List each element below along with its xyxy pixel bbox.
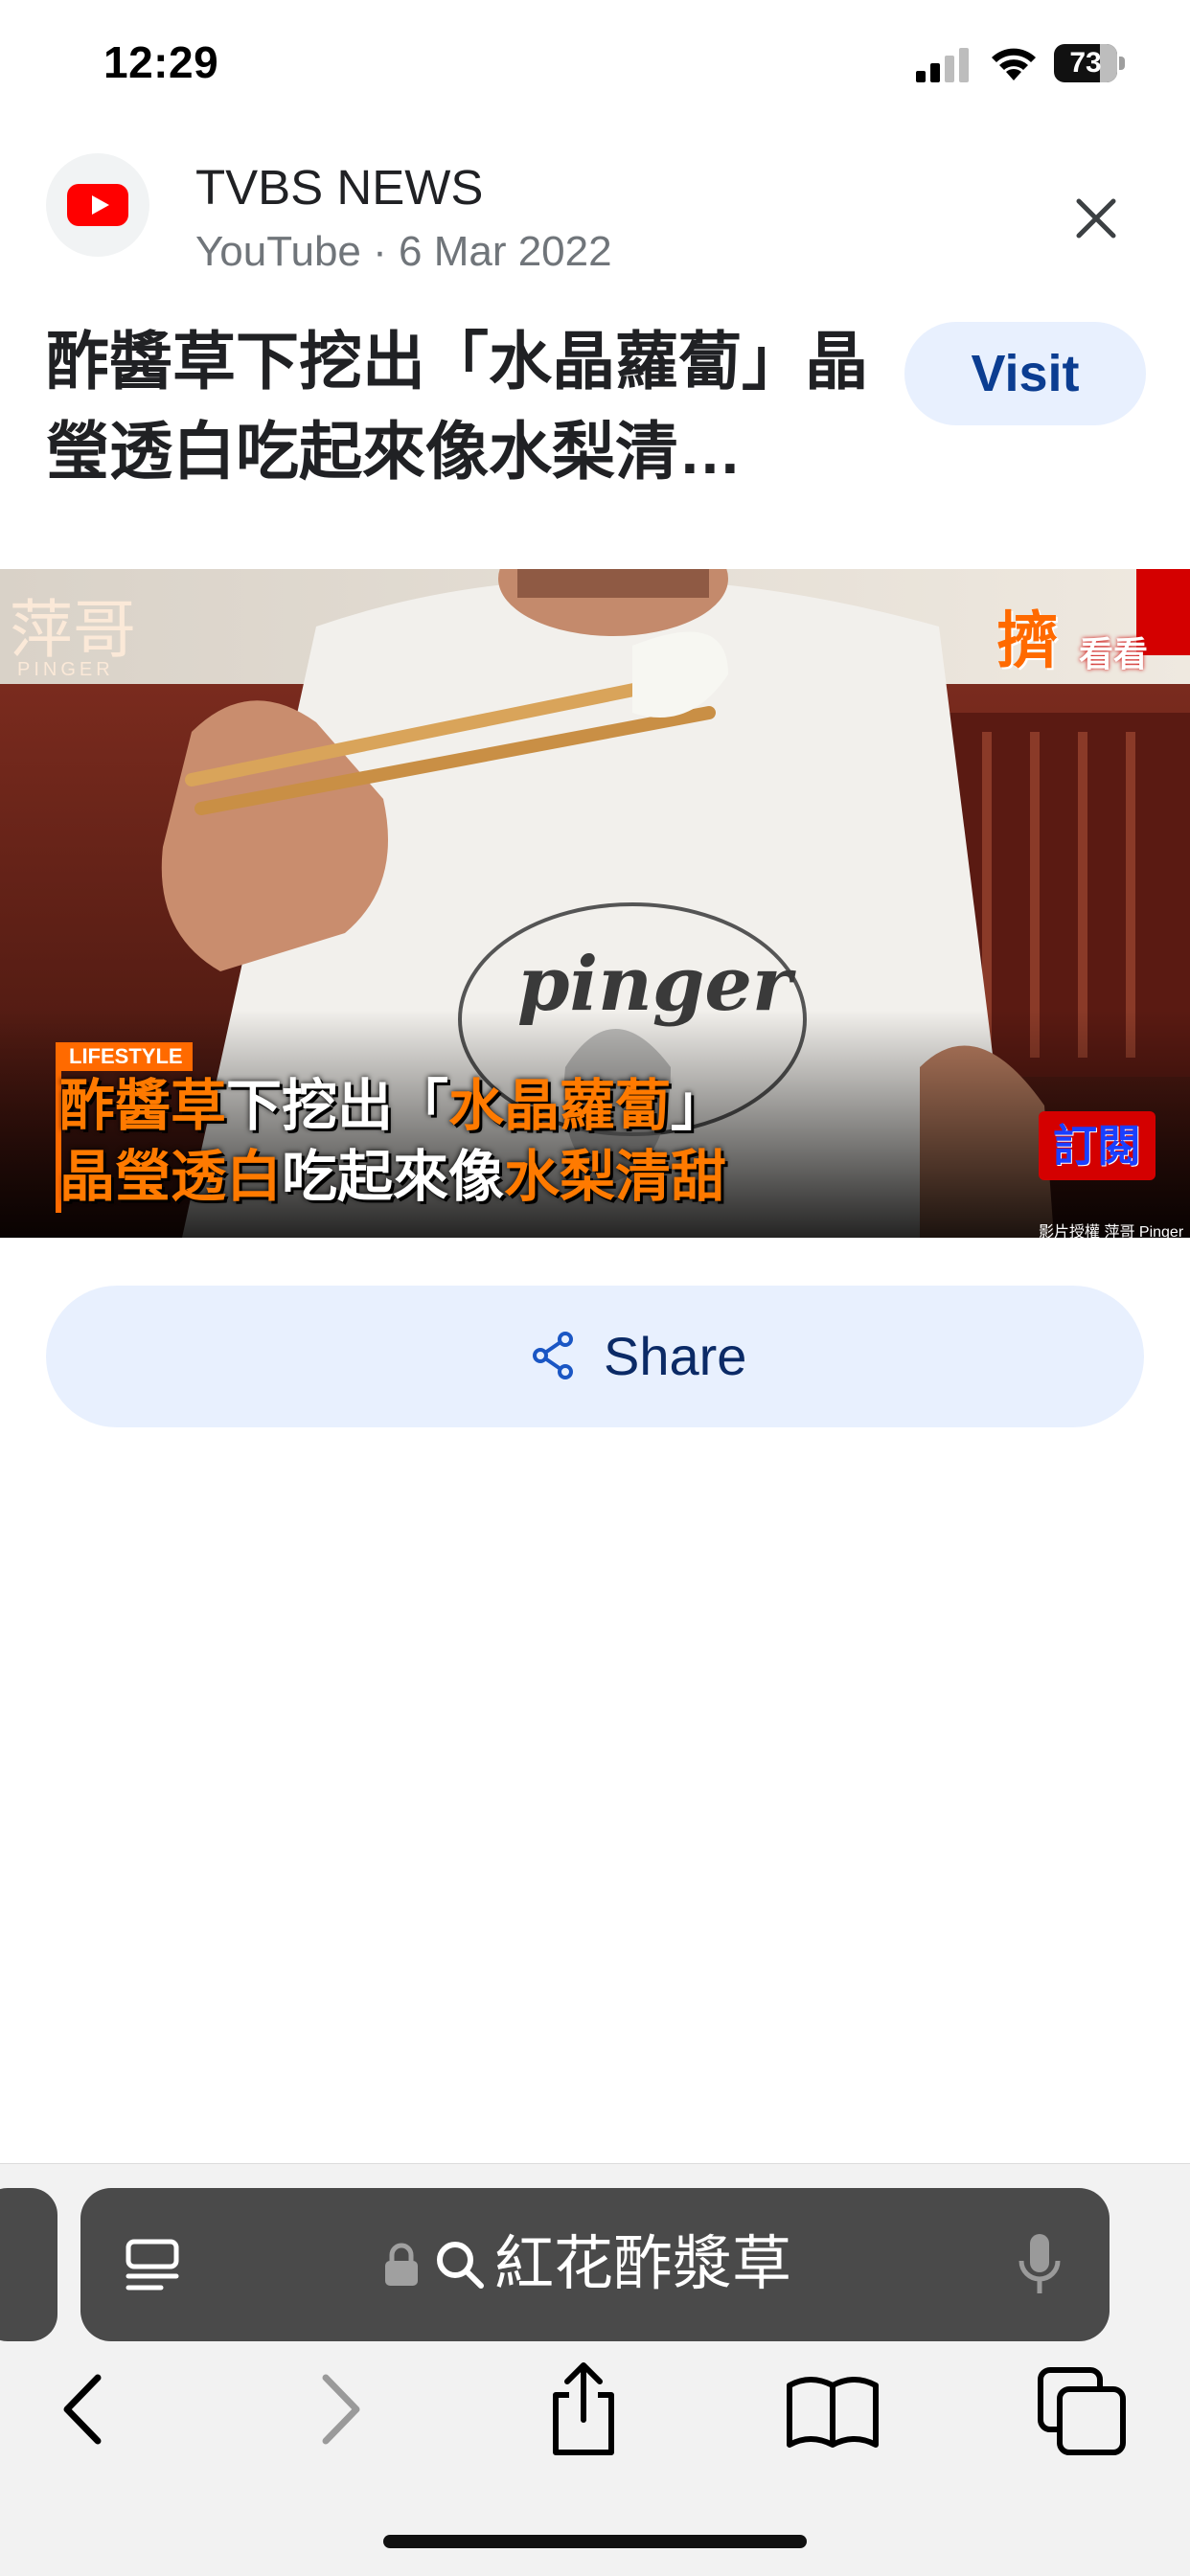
category-badge: LIFESTYLE — [59, 1042, 193, 1071]
caption-highlight: 水梨清甜 — [504, 1146, 727, 1208]
channel-name[interactable]: TVBS NEWS — [195, 159, 483, 216]
battery-percentage: 73 — [1069, 47, 1102, 79]
search-icon — [437, 2242, 484, 2289]
address-text[interactable]: 紅花酢漿草 — [494, 2188, 791, 2341]
watermark-logo: 萍哥 — [10, 593, 136, 667]
result-title[interactable]: 酢醬草下挖出「水晶蘿蔔」晶瑩透白吃起來像水梨清… — [46, 316, 870, 496]
status-bar: 12:29 73 — [0, 0, 1190, 134]
browser-toolbar — [0, 2357, 1190, 2462]
forward-icon[interactable] — [287, 2357, 393, 2462]
home-indicator — [383, 2535, 807, 2548]
previous-tab-preview[interactable] — [0, 2188, 57, 2341]
caption-text: 下挖出「 — [226, 1075, 449, 1137]
watermark-subtitle: PINGER — [17, 659, 114, 680]
source-meta: YouTube · 6 Mar 2022 — [195, 228, 612, 275]
battery-level: 73 — [1054, 44, 1117, 82]
wifi-icon — [992, 48, 1036, 80]
battery-cap — [1119, 57, 1125, 70]
corner-tag-subtitle: 看看 — [1079, 634, 1149, 673]
microphone-icon[interactable] — [1018, 2230, 1062, 2299]
lock-icon — [385, 2243, 418, 2286]
caption-highlight: 水晶蘿蔔 — [448, 1075, 672, 1137]
share-sheet-icon[interactable] — [531, 2357, 636, 2462]
back-icon[interactable] — [29, 2357, 134, 2462]
cellular-signal-icon — [916, 48, 969, 82]
corner-tag: 擠 — [996, 606, 1058, 675]
youtube-logo-icon — [67, 184, 128, 226]
address-bar[interactable]: 紅花酢漿草 — [80, 2188, 1110, 2341]
caption-line-1: 酢醬草下挖出「水晶蘿蔔」 — [59, 1071, 726, 1142]
tabs-icon[interactable] — [1029, 2357, 1134, 2462]
close-icon[interactable] — [1065, 188, 1127, 249]
caption-highlight: 晶瑩透白 — [59, 1146, 283, 1208]
caption-line-2: 晶瑩透白吃起來像水梨清甜 — [59, 1142, 726, 1213]
reader-mode-icon[interactable] — [123, 2236, 182, 2295]
share-button[interactable]: Share — [46, 1286, 1144, 1427]
share-icon — [533, 1332, 573, 1379]
caption-text: 吃起來像 — [282, 1146, 505, 1208]
caption-text: 」 — [671, 1075, 727, 1137]
subscribe-tag: 訂閱 — [1039, 1111, 1156, 1180]
share-label: Share — [604, 1326, 747, 1386]
visit-button[interactable]: Visit — [904, 322, 1146, 425]
status-time: 12:29 — [103, 37, 219, 87]
channel-avatar[interactable] — [46, 153, 149, 257]
battery-icon: 73 — [1054, 44, 1127, 82]
video-credit: 影片授權 萍哥 Pinger — [1039, 1224, 1184, 1241]
caption-highlight: 酢醬草 — [59, 1075, 227, 1137]
bookmarks-icon[interactable] — [780, 2357, 885, 2462]
